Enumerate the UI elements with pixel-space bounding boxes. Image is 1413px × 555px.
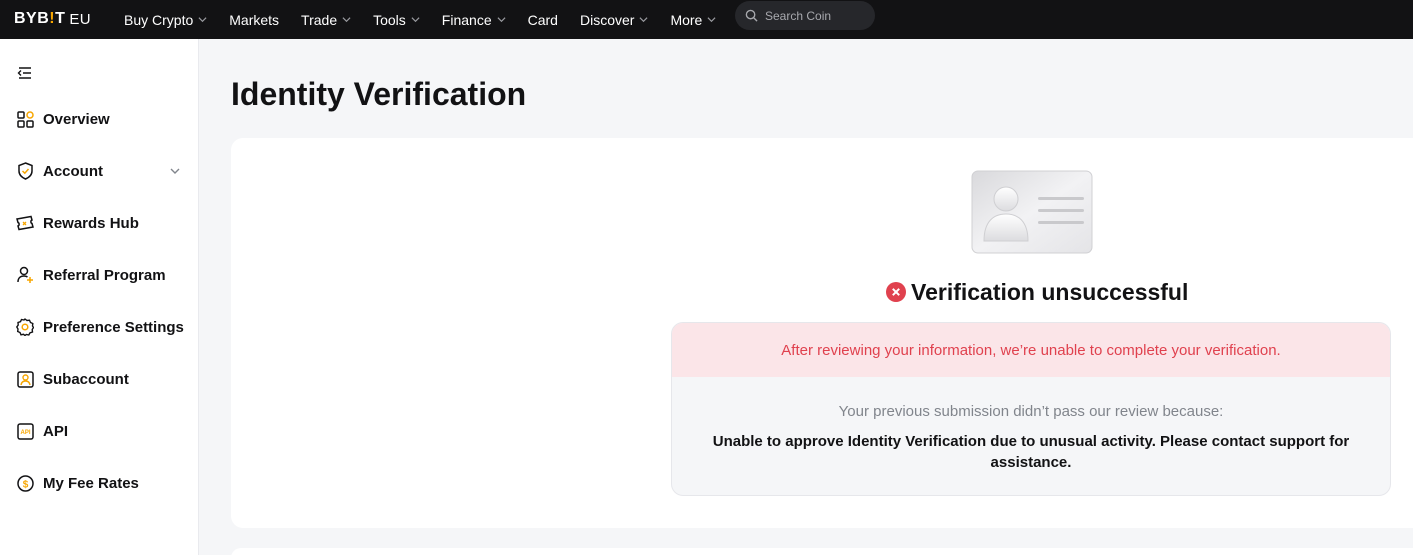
- sidebar-item-label: Preference Settings: [43, 318, 184, 336]
- sidebar: Overview Account Rewards Hub Referral Pr…: [0, 39, 199, 555]
- sidebar-item-label: My Fee Rates: [43, 474, 139, 492]
- sidebar-item-label: Subaccount: [43, 370, 129, 388]
- nav-label: Card: [527, 11, 558, 28]
- bybit-eu-logo[interactable]: BYB!T EU: [14, 8, 91, 30]
- nav-markets[interactable]: Markets: [229, 12, 279, 28]
- gear-icon: [16, 318, 34, 336]
- page-title: Identity Verification: [231, 76, 527, 112]
- sidebar-item-label: API: [43, 422, 69, 440]
- chevron-down-icon: [707, 17, 716, 23]
- api-icon: API: [16, 422, 34, 440]
- grid-icon: [16, 110, 34, 128]
- nav-label: Discover: [579, 11, 635, 28]
- search-box[interactable]: [735, 1, 875, 30]
- error-banner: After reviewing your information, we’re …: [672, 323, 1390, 377]
- chevron-down-icon: [411, 17, 420, 23]
- user-square-icon: [16, 370, 34, 388]
- nav-label: Tools: [373, 11, 406, 28]
- nav-label: More: [670, 11, 703, 28]
- chevron-down-icon: [342, 17, 351, 23]
- nav-discover[interactable]: Discover: [580, 12, 648, 28]
- sidebar-item-api[interactable]: API API: [16, 420, 186, 442]
- verification-status: Verification unsuccessful: [886, 278, 1188, 306]
- sidebar-item-preference-settings[interactable]: Preference Settings: [16, 316, 186, 338]
- top-navigation-bar: BYB!T EU Buy Crypto Markets Trade Tools …: [0, 0, 1413, 39]
- sidebar-item-label: Overview: [43, 110, 110, 128]
- nav-buy-crypto[interactable]: Buy Crypto: [124, 12, 207, 28]
- secondary-card: [231, 548, 1413, 555]
- rejection-details: Your previous submission didn’t pass our…: [672, 377, 1390, 473]
- search-input[interactable]: [765, 8, 865, 23]
- sidebar-item-overview[interactable]: Overview: [16, 108, 186, 130]
- id-card-illustration: [971, 170, 1093, 254]
- chevron-down-icon: [639, 17, 648, 23]
- nav-label: Trade: [301, 11, 338, 28]
- logo-text-tail: T: [55, 10, 66, 27]
- nav-more[interactable]: More: [670, 12, 716, 28]
- status-text: Verification unsuccessful: [911, 278, 1189, 305]
- sidebar-item-account[interactable]: Account: [16, 160, 186, 182]
- shield-check-icon: [16, 162, 34, 180]
- rejection-reason-text: Unable to approve Identity Verification …: [712, 433, 1350, 471]
- nav-tools[interactable]: Tools: [373, 12, 420, 28]
- svg-text:$: $: [22, 479, 28, 490]
- search-icon: [745, 9, 758, 22]
- logo-text-main: BYB: [14, 10, 50, 27]
- logo-region: EU: [69, 10, 91, 28]
- svg-text:API: API: [20, 430, 30, 436]
- nav-label: Buy Crypto: [124, 11, 194, 28]
- sidebar-item-label: Referral Program: [43, 266, 166, 284]
- sidebar-item-referral-program[interactable]: Referral Program: [16, 264, 186, 286]
- reason-intro-text: Your previous submission didn’t pass our…: [838, 403, 1224, 420]
- nav-label: Finance: [441, 11, 492, 28]
- chevron-down-icon[interactable]: [170, 166, 180, 176]
- user-plus-icon: [16, 266, 34, 284]
- chevron-down-icon: [497, 17, 506, 23]
- sidebar-item-subaccount[interactable]: Subaccount: [16, 368, 186, 390]
- error-icon: [886, 282, 906, 302]
- nav-card[interactable]: Card: [528, 12, 558, 28]
- main-nav: Buy Crypto Markets Trade Tools Finance C…: [124, 0, 738, 39]
- ticket-icon: [16, 214, 34, 232]
- coin-icon: $: [16, 474, 34, 492]
- collapse-sidebar-icon[interactable]: [17, 66, 33, 80]
- error-banner-text: After reviewing your information, we’re …: [781, 341, 1281, 359]
- sidebar-item-label: Rewards Hub: [43, 214, 139, 232]
- sidebar-item-label: Account: [43, 162, 103, 180]
- nav-label: Markets: [229, 11, 280, 28]
- sidebar-item-rewards-hub[interactable]: Rewards Hub: [16, 212, 186, 234]
- verification-result-box: After reviewing your information, we’re …: [671, 322, 1391, 496]
- nav-trade[interactable]: Trade: [301, 12, 351, 28]
- nav-finance[interactable]: Finance: [442, 12, 506, 28]
- sidebar-item-my-fee-rates[interactable]: $ My Fee Rates: [16, 472, 186, 494]
- chevron-down-icon: [198, 17, 207, 23]
